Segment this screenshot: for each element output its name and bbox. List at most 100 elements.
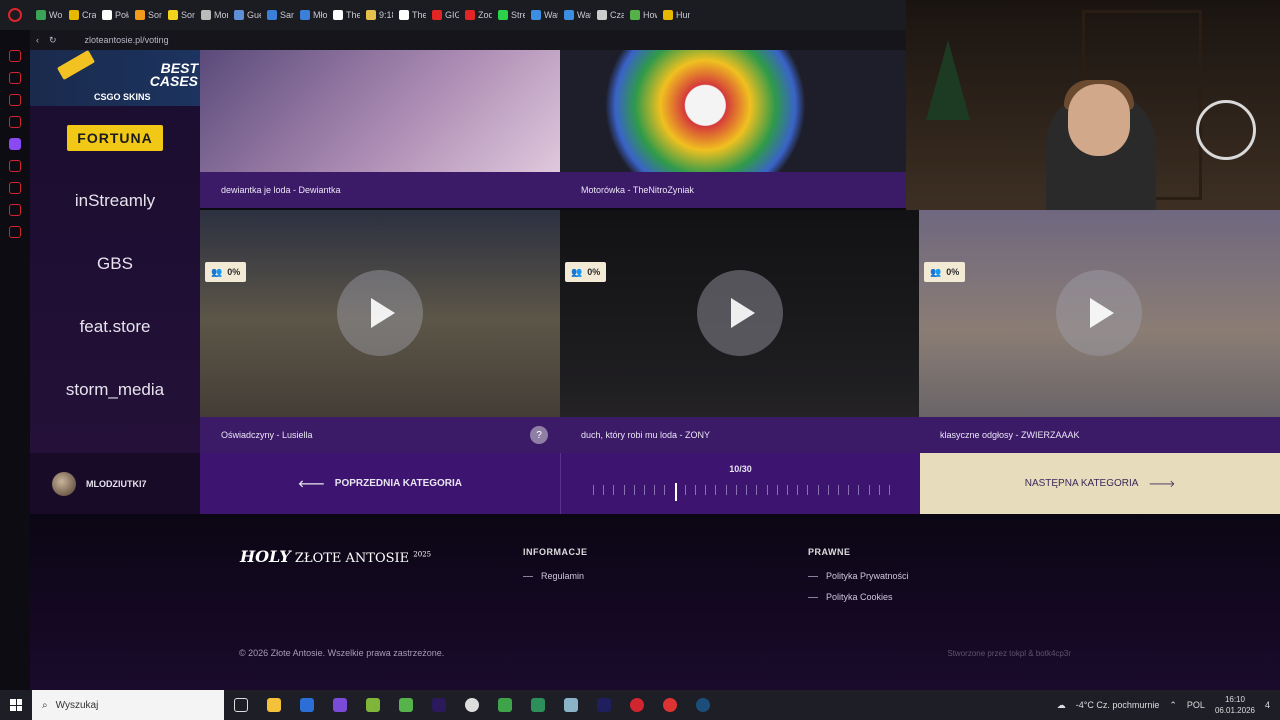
browser-tab[interactable]: The bbox=[329, 4, 360, 26]
file-explorer-icon[interactable] bbox=[257, 690, 290, 720]
browser-tab[interactable]: Son bbox=[131, 4, 162, 26]
progress-tick bbox=[705, 485, 707, 495]
footer-link-privacy[interactable]: Polityka Prywatności bbox=[808, 571, 909, 581]
browser-tab[interactable]: Sam bbox=[263, 4, 294, 26]
whatsapp-icon[interactable] bbox=[9, 72, 21, 84]
footer-logo[interactable]: HOLY ZŁOTE ANTOSIE 2025 bbox=[240, 547, 431, 566]
next-category-button[interactable]: NASTĘPNA KATEGORIA 🡒 bbox=[920, 453, 1280, 514]
start-button[interactable] bbox=[0, 690, 32, 720]
promo-banner[interactable]: BEST CASES CSGO SKINS bbox=[30, 49, 204, 106]
app-icon[interactable] bbox=[554, 690, 587, 720]
app-icon[interactable] bbox=[290, 690, 323, 720]
app-icon[interactable] bbox=[389, 690, 422, 720]
video-caption: dewiantka je loda - Dewiantka bbox=[200, 172, 560, 208]
task-view-icon[interactable] bbox=[224, 690, 257, 720]
progress-counter: 10/30 bbox=[729, 464, 752, 474]
discord-icon[interactable] bbox=[9, 94, 21, 106]
browser-tab[interactable]: Mło bbox=[296, 4, 327, 26]
extensions-icon[interactable] bbox=[9, 204, 21, 216]
messenger-icon[interactable] bbox=[9, 50, 21, 62]
video-card[interactable]: 👥 0% Oświadczyny - Lusiella ? bbox=[200, 210, 560, 453]
browser-tab[interactable]: GIGI bbox=[428, 4, 459, 26]
clock[interactable]: 16:10 06.01.2026 bbox=[1215, 694, 1255, 716]
browser-tab[interactable]: Czat bbox=[593, 4, 624, 26]
help-icon[interactable]: ? bbox=[530, 426, 548, 444]
tab-favicon-icon bbox=[597, 10, 607, 20]
tab-label: Son bbox=[148, 10, 162, 20]
sponsor-stormmedia[interactable]: storm_media bbox=[30, 358, 200, 421]
browser-tab[interactable]: Połą bbox=[98, 4, 129, 26]
browser-tab[interactable]: Wat bbox=[560, 4, 591, 26]
browser-tab[interactable]: Wor bbox=[32, 4, 63, 26]
progress-tick bbox=[654, 485, 656, 495]
footer-info-title: INFORMACJE bbox=[523, 547, 588, 557]
history-icon[interactable] bbox=[9, 182, 21, 194]
credits[interactable]: Stworzone przez tokpl & botk4cp3r bbox=[947, 649, 1071, 658]
play-button[interactable] bbox=[337, 270, 423, 356]
player-icon[interactable] bbox=[9, 160, 21, 172]
app-icon[interactable] bbox=[356, 690, 389, 720]
app-icon[interactable] bbox=[323, 690, 356, 720]
video-caption: Oświadczyny - Lusiella bbox=[200, 417, 560, 453]
play-button[interactable] bbox=[697, 270, 783, 356]
tab-favicon-icon bbox=[630, 10, 640, 20]
opera-logo-icon[interactable] bbox=[8, 8, 22, 22]
settings-icon[interactable] bbox=[9, 226, 21, 238]
tray-chevron-icon[interactable]: ⌃ bbox=[1169, 700, 1177, 711]
user-profile[interactable]: MLODZIUTKI7 bbox=[30, 453, 200, 514]
app-icon[interactable] bbox=[521, 690, 554, 720]
progress-tick bbox=[817, 485, 819, 495]
obs-icon[interactable] bbox=[455, 690, 488, 720]
browser-tab[interactable]: Mor bbox=[197, 4, 228, 26]
play-button[interactable] bbox=[1056, 270, 1142, 356]
weather-text[interactable]: -4°C Cz. pochmurnie bbox=[1076, 700, 1160, 710]
browser-tab[interactable]: Hum bbox=[659, 4, 690, 26]
tab-label: Craf bbox=[82, 10, 96, 20]
video-card[interactable]: 👥 0% duch, który robi mu loda - ZONY bbox=[560, 210, 919, 453]
premiere-icon[interactable] bbox=[422, 690, 455, 720]
windows-taskbar: ⌕ Wyszukaj ☁ -4°C Cz. pochmurnie ⌃ POL 1… bbox=[0, 690, 1280, 720]
steam-icon[interactable] bbox=[686, 690, 719, 720]
opera-icon[interactable] bbox=[620, 690, 653, 720]
audition-icon[interactable] bbox=[587, 690, 620, 720]
notification-badge[interactable]: 4 bbox=[1265, 700, 1270, 710]
weather-icon: ☁ bbox=[1056, 699, 1066, 710]
browser-tab[interactable]: Zod bbox=[461, 4, 492, 26]
browser-tab[interactable]: 9:18 bbox=[362, 4, 393, 26]
browser-tab[interactable]: How bbox=[626, 4, 657, 26]
language[interactable]: POL bbox=[1187, 700, 1205, 710]
reload-icon[interactable]: ↻ bbox=[49, 35, 57, 46]
video-card[interactable]: Motorówka - TheNitroZyniak bbox=[560, 50, 906, 208]
twitch-icon[interactable] bbox=[9, 138, 21, 150]
browser-tab[interactable]: The bbox=[395, 4, 426, 26]
address-bar[interactable]: ‹ ↻ zloteantosie.pl/voting bbox=[30, 30, 906, 50]
video-card[interactable]: dewiantka je loda - Dewiantka bbox=[200, 50, 560, 208]
previous-category-button[interactable]: 🡐 POPRZEDNIA KATEGORIA bbox=[200, 453, 560, 514]
tab-label: Czat bbox=[610, 10, 624, 20]
browser-tab[interactable]: Wat bbox=[527, 4, 558, 26]
tab-favicon-icon bbox=[135, 10, 145, 20]
browser-tab[interactable]: Gue bbox=[230, 4, 261, 26]
progress-tick bbox=[644, 485, 646, 495]
search-icon: ⌕ bbox=[42, 699, 48, 711]
tab-favicon-icon bbox=[69, 10, 79, 20]
tab-favicon-icon bbox=[102, 10, 112, 20]
browser-tab[interactable]: Stre bbox=[494, 4, 525, 26]
tab-favicon-icon bbox=[300, 10, 310, 20]
footer-link-regulamin[interactable]: Regulamin bbox=[523, 571, 588, 581]
instagram-icon[interactable] bbox=[9, 116, 21, 128]
system-tray: ☁ -4°C Cz. pochmurnie ⌃ POL 16:10 06.01.… bbox=[1057, 690, 1280, 720]
taskbar-search[interactable]: ⌕ Wyszukaj bbox=[32, 690, 224, 720]
browser-tab[interactable]: Craf bbox=[65, 4, 96, 26]
sponsor-instreamly[interactable]: inStreamly bbox=[30, 169, 200, 232]
footer-link-cookies[interactable]: Polityka Cookies bbox=[808, 592, 909, 602]
app-icon[interactable] bbox=[488, 690, 521, 720]
video-card[interactable]: 👥 0% klasyczne odgłosy - ZWIERZAAAK bbox=[919, 210, 1280, 453]
app-icon[interactable] bbox=[653, 690, 686, 720]
sponsor-gbs[interactable]: GBS bbox=[30, 232, 200, 295]
browser-tab[interactable]: Son bbox=[164, 4, 195, 26]
sponsor-fortuna[interactable]: FORTUNA bbox=[30, 106, 200, 169]
sponsor-featstore[interactable]: feat.store bbox=[30, 295, 200, 358]
back-icon[interactable]: ‹ bbox=[36, 35, 39, 45]
url-text[interactable]: zloteantosie.pl/voting bbox=[85, 35, 169, 45]
